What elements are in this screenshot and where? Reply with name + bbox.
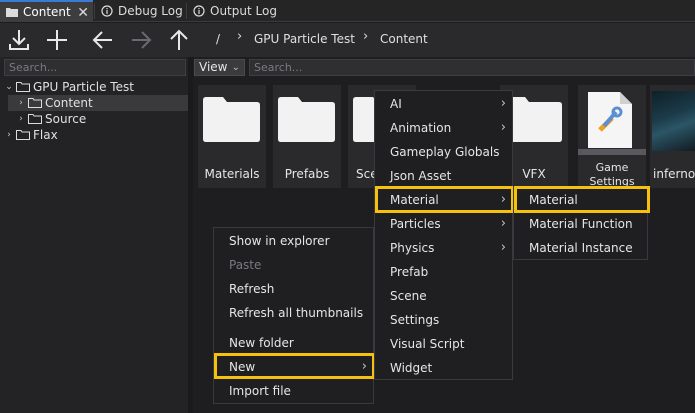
- asset-type-bar: [578, 149, 646, 155]
- menu-item-import-file[interactable]: Import file: [214, 379, 373, 403]
- menu-item-refresh[interactable]: Refresh: [214, 277, 373, 301]
- tab-debug-log[interactable]: Debug Log: [95, 0, 194, 22]
- menu-item-ai[interactable]: AI ›: [375, 92, 512, 116]
- forward-icon: [132, 31, 152, 49]
- menu-item-settings[interactable]: Settings: [375, 308, 512, 332]
- breadcrumb-project[interactable]: GPU Particle Test: [254, 32, 355, 46]
- menu-item-visual-script[interactable]: Visual Script: [375, 332, 512, 356]
- menu-item-label: Physics: [390, 241, 435, 255]
- asset-tile-inferno[interactable]: inferno-t: [650, 85, 695, 188]
- up-button[interactable]: [166, 27, 192, 53]
- asset-thumbnail: [652, 91, 695, 151]
- chevron-down-icon: ⌄: [231, 62, 240, 73]
- folder-icon: [28, 114, 42, 124]
- tree-item-gpu-particle-test[interactable]: ⌄ GPU Particle Test: [4, 79, 188, 95]
- menu-item-widget[interactable]: Widget: [375, 356, 512, 380]
- close-icon[interactable]: ✕: [77, 5, 89, 21]
- asset-tile-materials[interactable]: Materials: [198, 85, 266, 188]
- menu-item-material-instance[interactable]: Material Instance: [514, 236, 647, 260]
- chevron-right-icon: ›: [363, 29, 369, 44]
- menu-item-show-in-explorer[interactable]: Show in explorer: [214, 229, 373, 253]
- tab-label: Debug Log: [118, 4, 183, 18]
- folder-icon: [203, 97, 260, 142]
- menu-item-label: AI: [390, 97, 402, 111]
- menu-item-gameplay-globals[interactable]: Gameplay Globals: [375, 140, 512, 164]
- tree-item-content[interactable]: › Content: [8, 95, 188, 111]
- chevron-right-icon: ›: [500, 240, 506, 255]
- toolbar: / › GPU Particle Test › Content: [0, 23, 695, 57]
- folder-icon: [6, 8, 18, 17]
- tree-search-input[interactable]: Search...: [4, 59, 186, 76]
- folder-icon: [278, 97, 335, 142]
- menu-item-material-function[interactable]: Material Function: [514, 212, 647, 236]
- chevron-right-icon[interactable]: ›: [4, 130, 14, 140]
- add-button[interactable]: [44, 27, 70, 53]
- tree-item-label: Flax: [33, 128, 58, 142]
- tree-item-label: Content: [45, 96, 93, 110]
- highlight-material-asset: [514, 186, 650, 213]
- new-submenu: AI › Animation › Gameplay Globals Json Ass…: [374, 90, 513, 380]
- back-icon: [92, 31, 112, 49]
- menu-item-prefab[interactable]: Prefab: [375, 260, 512, 284]
- folder-icon: [16, 130, 30, 140]
- highlight-new: [214, 353, 375, 379]
- forward-button[interactable]: [128, 27, 154, 53]
- menu-item-refresh-thumbnails[interactable]: Refresh all thumbnails: [214, 301, 373, 325]
- menu-item-label: Particles: [390, 217, 441, 231]
- breadcrumb-root[interactable]: /: [216, 32, 220, 46]
- chevron-right-icon: ›: [237, 29, 243, 44]
- chevron-right-icon: ›: [500, 120, 506, 135]
- asset-tile-game-settings[interactable]: Game Settings: [578, 85, 646, 188]
- up-icon: [170, 29, 188, 50]
- breadcrumb-content[interactable]: Content: [380, 32, 428, 46]
- add-icon: [47, 30, 67, 50]
- tab-label: Content: [23, 5, 71, 19]
- folder-icon: [28, 98, 42, 108]
- tab-output-log[interactable]: Output Log: [187, 0, 287, 22]
- asset-tile-prefabs[interactable]: Prefabs: [273, 85, 341, 188]
- menu-item-particles[interactable]: Particles ›: [375, 212, 512, 236]
- menu-item-paste[interactable]: Paste: [214, 253, 373, 277]
- chevron-right-icon[interactable]: ›: [16, 114, 26, 124]
- chevron-right-icon: ›: [500, 96, 506, 111]
- tree-item-label: GPU Particle Test: [33, 80, 134, 94]
- asset-label: Game Settings: [589, 161, 635, 188]
- info-icon: [193, 5, 205, 17]
- view-dropdown[interactable]: View ⌄: [194, 59, 245, 76]
- asset-label: Prefabs: [284, 167, 330, 181]
- tree-item-label: Source: [45, 112, 87, 126]
- tab-content[interactable]: Content ✕: [0, 0, 93, 22]
- menu-item-label: Animation: [390, 121, 452, 135]
- chevron-right-icon[interactable]: ›: [16, 98, 26, 108]
- menu-item-scene[interactable]: Scene: [375, 284, 512, 308]
- chevron-down-icon[interactable]: ⌄: [4, 82, 14, 92]
- tab-label: Output Log: [210, 4, 277, 18]
- tree-item-flax[interactable]: › Flax: [4, 127, 188, 143]
- tab-bar: Content ✕ Debug Log Output Log: [0, 0, 695, 22]
- menu-item-json-asset[interactable]: Json Asset: [375, 164, 512, 188]
- info-icon: [101, 5, 113, 17]
- folder-icon: [16, 82, 30, 92]
- asset-label: inferno-t: [653, 167, 695, 181]
- folder-tree-panel: Search... ⌄ GPU Particle Test › Content …: [0, 57, 188, 413]
- back-button[interactable]: [90, 27, 116, 53]
- highlight-material: [375, 186, 514, 213]
- import-icon: [9, 30, 29, 50]
- content-search-input[interactable]: Search...: [249, 59, 695, 76]
- chevron-right-icon: ›: [500, 216, 506, 231]
- view-label: View: [199, 60, 228, 74]
- menu-item-new-folder[interactable]: New folder: [214, 331, 373, 355]
- settings-document-icon: [588, 92, 632, 148]
- tree-item-source[interactable]: › Source: [16, 111, 188, 127]
- asset-label: Materials: [204, 167, 260, 181]
- import-button[interactable]: [6, 27, 32, 53]
- menu-item-physics[interactable]: Physics ›: [375, 236, 512, 260]
- menu-item-animation[interactable]: Animation ›: [375, 116, 512, 140]
